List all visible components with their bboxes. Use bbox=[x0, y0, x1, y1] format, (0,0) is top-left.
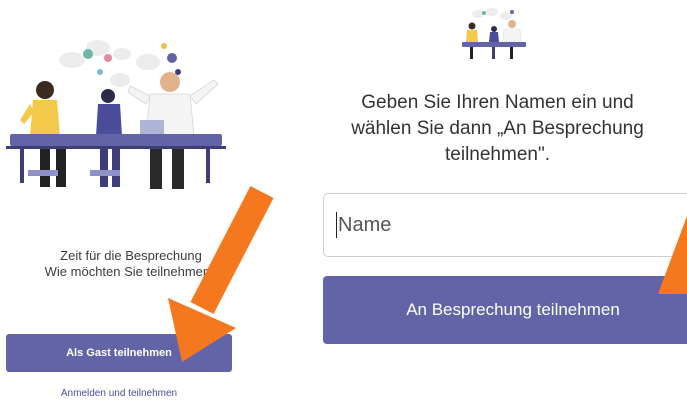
meeting-illustration bbox=[6, 40, 226, 189]
name-instruction-line2: wählen Sie dann „An Besprechung bbox=[351, 118, 644, 139]
arrow-annotation-icon-right bbox=[658, 216, 687, 294]
name-instruction-line1: Geben Sie Ihren Namen ein und bbox=[361, 92, 634, 113]
sign-in-and-join-link[interactable]: Anmelden und teilnehmen bbox=[6, 388, 232, 399]
text-caret bbox=[336, 212, 337, 238]
name-instruction: Geben Sie Ihren Namen ein und wählen Sie… bbox=[308, 90, 687, 168]
name-input[interactable] bbox=[323, 193, 687, 257]
arrow-annotation-icon bbox=[168, 186, 274, 362]
join-meeting-button[interactable]: An Besprechung teilnehmen bbox=[323, 276, 687, 344]
meeting-illustration-small bbox=[462, 8, 526, 59]
name-instruction-line3: teilnehmen". bbox=[445, 144, 550, 165]
right-screen: Geben Sie Ihren Namen ein und wählen Sie… bbox=[308, 0, 687, 401]
